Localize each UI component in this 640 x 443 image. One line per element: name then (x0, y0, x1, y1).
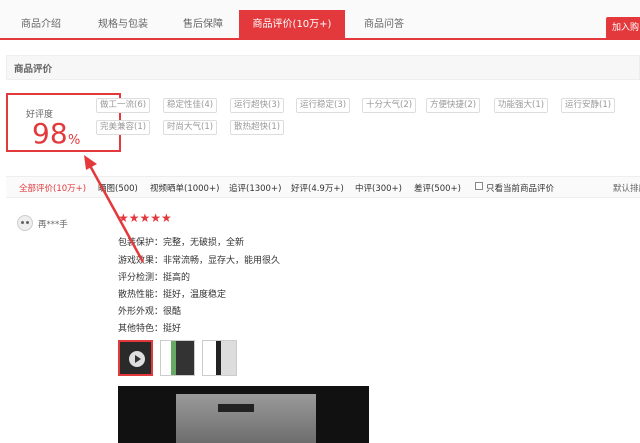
review-tag[interactable]: 完美兼容(1) (96, 120, 151, 135)
review-line: 散热性能：挺好，温度稳定 (118, 290, 227, 300)
filter-photos[interactable]: 晒图(500) (98, 182, 138, 194)
video-frame (176, 394, 316, 443)
review-tag[interactable]: 运行安静(1) (561, 98, 616, 113)
review-tag[interactable]: 方便快捷(2) (426, 98, 481, 113)
filter-negative[interactable]: 差评(500+) (414, 182, 461, 194)
avatar (17, 215, 33, 231)
filter-neutral[interactable]: 中评(300+) (355, 182, 402, 194)
review-line: 游戏效果：非常流畅，显存大，能用很久 (118, 256, 281, 266)
review-tag[interactable]: 功能强大(1) (494, 98, 549, 113)
review-line: 其他特色：挺好 (118, 324, 182, 334)
filter-follow-up[interactable]: 追评(1300+) (229, 182, 281, 194)
review-line: 包装保护：完整，无破损，全新 (118, 238, 245, 248)
tab-specs[interactable]: 规格与包装 (88, 10, 158, 40)
review-image-thumbnail[interactable] (202, 340, 237, 376)
review-tag[interactable]: 运行超快(3) (230, 98, 285, 113)
video-frame-detail (218, 404, 254, 412)
rating-value: 98 (32, 117, 68, 150)
tab-reviews[interactable]: 商品评价(10万+) (239, 10, 345, 40)
tab-after-sales[interactable]: 售后保障 (170, 10, 236, 40)
review-image-thumbnail[interactable] (160, 340, 195, 376)
filter-positive[interactable]: 好评(4.9万+) (291, 182, 344, 194)
current-product-label: 只看当前商品评价 (486, 184, 555, 194)
sort-dropdown[interactable]: 默认排序 (613, 182, 640, 194)
review-tag[interactable]: 稳定性佳(4) (163, 98, 218, 113)
review-tag[interactable]: 运行稳定(3) (296, 98, 351, 113)
review-tag[interactable]: 做工一流(6) (96, 98, 151, 113)
review-line: 外形外观：很酷 (118, 307, 182, 317)
play-icon (129, 351, 145, 367)
star-rating: ★★★★★ (118, 211, 172, 225)
review-tag[interactable]: 散热超快(1) (230, 120, 285, 135)
review-username: 再***手 (38, 220, 68, 230)
tab-product-intro[interactable]: 商品介绍 (10, 10, 72, 40)
review-video-player[interactable] (118, 386, 369, 443)
rating-unit: % (68, 133, 81, 148)
review-line: 评分检测：挺高的 (118, 273, 191, 283)
section-title: 商品评价 (14, 64, 53, 75)
filter-all[interactable]: 全部评价(10万+) (19, 182, 86, 194)
reviews-section-header: 商品评价 (6, 55, 640, 80)
add-to-cart-button[interactable]: 加入购 (606, 17, 640, 39)
review-tag[interactable]: 时尚大气(1) (163, 120, 218, 135)
review-video-thumbnail[interactable] (118, 340, 153, 376)
current-product-checkbox[interactable] (475, 182, 483, 190)
tab-qa[interactable]: 商品问答 (355, 10, 413, 40)
filter-videos[interactable]: 视频晒单(1000+) (150, 182, 219, 194)
review-tag[interactable]: 十分大气(2) (362, 98, 417, 113)
